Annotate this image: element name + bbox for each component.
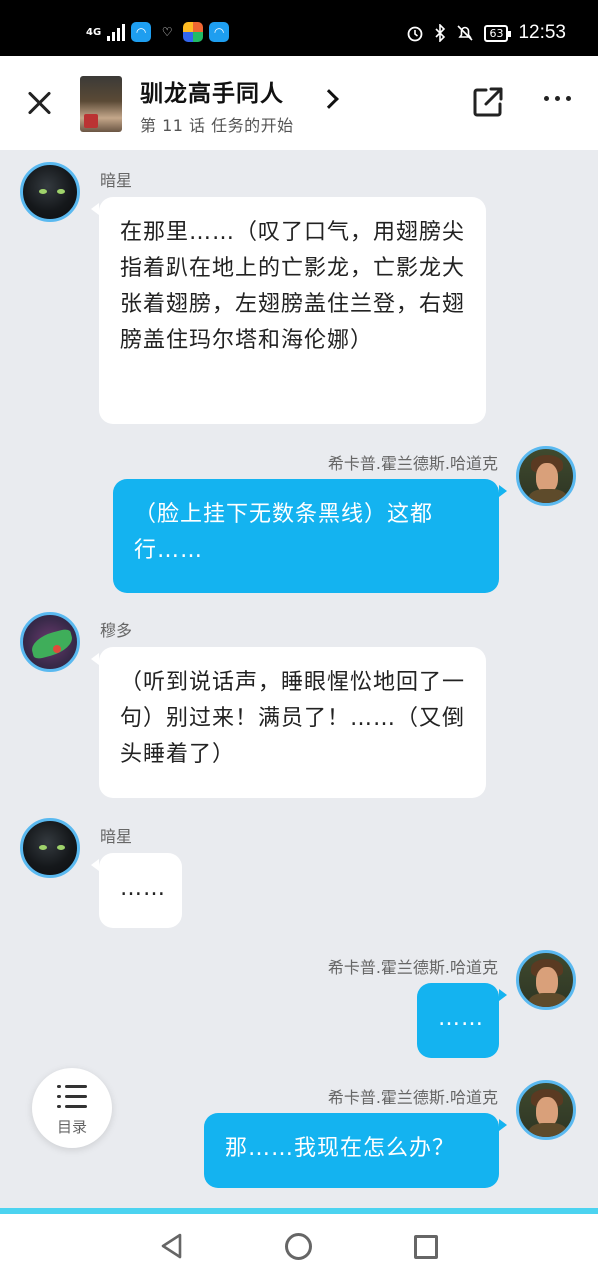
message-bubble: 在那里……（叹了口气，用翅膀尖指着趴在地上的亡影龙，亡影龙大张着翅膀，左翅膀盖住… bbox=[99, 197, 486, 424]
back-icon[interactable] bbox=[158, 1232, 186, 1260]
bubble-tail bbox=[91, 203, 99, 215]
sender-name: 暗星 bbox=[100, 827, 133, 846]
home-icon[interactable] bbox=[285, 1233, 312, 1260]
bubble-tail bbox=[91, 859, 99, 871]
message-bubble: （脸上挂下无数条黑线）这都行…… bbox=[113, 479, 499, 593]
sender-name: 暗星 bbox=[100, 171, 133, 190]
message-bubble: …… bbox=[99, 853, 182, 928]
sender-name: 希卡普.霍兰德斯.哈道克 bbox=[327, 454, 498, 473]
signal-icon bbox=[107, 23, 126, 41]
avatar-hiccup[interactable] bbox=[516, 1080, 576, 1140]
bubble-tail bbox=[499, 989, 507, 1001]
avatar-hiccup[interactable] bbox=[516, 950, 576, 1010]
bubble-tail bbox=[91, 653, 99, 665]
more-icon[interactable] bbox=[544, 96, 571, 101]
share-icon[interactable] bbox=[472, 86, 504, 118]
avatar-anxing[interactable] bbox=[20, 818, 80, 878]
toc-label: 目录 bbox=[56, 1118, 87, 1136]
avatar-hiccup[interactable] bbox=[516, 446, 576, 506]
avatar-muddo[interactable] bbox=[20, 612, 80, 672]
bubble-tail bbox=[499, 1119, 507, 1131]
reader-header: 驯龙高手同人 第 11 话 任务的开始 bbox=[0, 56, 598, 150]
app-notification-icon: ◠ bbox=[131, 22, 152, 42]
mute-icon bbox=[457, 25, 474, 41]
status-left: 4G ◠ ♡ ◠ bbox=[86, 22, 230, 42]
book-cover[interactable] bbox=[80, 76, 122, 132]
clock: 12:53 bbox=[518, 22, 566, 43]
message-bubble: 那……我现在怎么办？ bbox=[204, 1113, 499, 1188]
avatar-anxing[interactable] bbox=[20, 162, 80, 222]
chapter-title: 第 11 话 任务的开始 bbox=[140, 116, 294, 135]
alarm-icon bbox=[408, 26, 423, 42]
chevron-right-icon[interactable] bbox=[319, 89, 339, 109]
toc-button[interactable]: 目录 bbox=[32, 1068, 112, 1148]
sender-name: 希卡普.霍兰德斯.哈道克 bbox=[327, 958, 498, 977]
message-bubble: （听到说话声，睡眼惺忪地回了一句）别过来！满员了！……（又倒头睡着了） bbox=[99, 647, 486, 798]
system-nav-bar bbox=[0, 1214, 598, 1280]
status-right: 63 12:53 bbox=[406, 22, 566, 44]
health-icon: ♡ bbox=[157, 22, 178, 42]
bubble-tail bbox=[499, 485, 507, 497]
toc-list-icon bbox=[57, 1085, 87, 1109]
sender-name: 穆多 bbox=[100, 621, 133, 640]
app-notification-icon-2: ◠ bbox=[209, 22, 230, 42]
sender-name: 希卡普.霍兰德斯.哈道克 bbox=[327, 1088, 498, 1107]
close-icon[interactable] bbox=[24, 88, 54, 118]
battery-level: 63 bbox=[489, 26, 504, 40]
message-bubble: …… bbox=[417, 983, 499, 1058]
bluetooth-icon bbox=[435, 24, 446, 42]
status-bar: 4G ◠ ♡ ◠ 63 12:53 bbox=[0, 0, 598, 56]
recent-apps-icon[interactable] bbox=[414, 1235, 438, 1259]
network-type: 4G bbox=[86, 26, 102, 38]
colorful-app-icon bbox=[183, 22, 204, 42]
battery-icon: 63 bbox=[484, 24, 512, 42]
book-title[interactable]: 驯龙高手同人 bbox=[140, 74, 284, 108]
